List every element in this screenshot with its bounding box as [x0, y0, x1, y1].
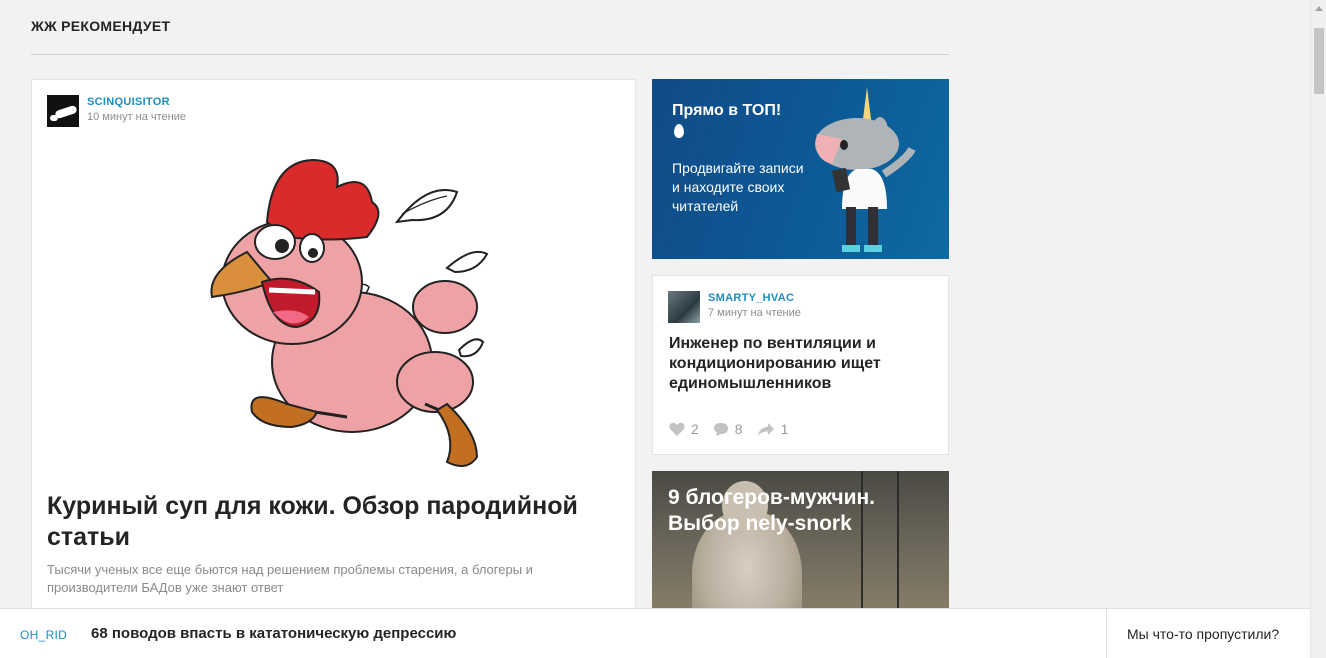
share-icon — [757, 422, 774, 436]
like-count: 2 — [691, 421, 699, 437]
author-avatar[interactable] — [668, 291, 700, 323]
comment-stat[interactable]: 8 — [713, 421, 743, 437]
heart-icon — [669, 422, 685, 436]
post-title[interactable]: Инженер по вентиляции и кондиционировани… — [669, 334, 929, 394]
small-post-card[interactable]: SMARTY_HVAC 7 минут на чтение Инженер по… — [652, 275, 949, 455]
comment-count: 8 — [734, 421, 743, 437]
promo-text: Продвигайте записи и находите своих чита… — [672, 160, 804, 214]
post-description: Тысячи ученых все еще бьются над решение… — [47, 562, 533, 595]
promo-title: Прямо в ТОП! — [672, 100, 782, 144]
section-title: ЖЖ РЕКОМЕНДУЕТ — [31, 18, 171, 34]
read-time: 7 минут на чтение — [708, 307, 801, 319]
photo-post-card[interactable]: 9 блогеров-мужчин. Выбор nely-snork — [652, 471, 949, 621]
feedback-link[interactable]: Мы что-то пропустили? — [1127, 626, 1279, 642]
author-name[interactable]: SCINQUISITOR — [87, 96, 186, 108]
author-row: SMARTY_HVAC 7 минут на чтение — [668, 291, 801, 323]
post-title[interactable]: 9 блогеров-мужчин. Выбор nely-snork — [668, 485, 938, 537]
fire-icon — [674, 124, 684, 138]
like-stat[interactable]: 2 — [669, 421, 699, 437]
author-name[interactable]: SMARTY_HVAC — [708, 292, 801, 304]
read-time: 10 минут на чтение — [87, 111, 187, 123]
bottom-bar-divider — [1106, 609, 1107, 658]
comment-icon — [713, 422, 728, 436]
section-divider — [31, 54, 949, 55]
scroll-thumb[interactable] — [1314, 28, 1324, 94]
bottom-bar: OH_RID 68 поводов впасть в кататоническу… — [0, 608, 1310, 658]
author-avatar[interactable] — [47, 95, 79, 127]
post-title[interactable]: Куриный суп для кожи. Обзор пародийной с… — [47, 491, 607, 553]
bottom-bar-user[interactable]: OH_RID — [20, 628, 67, 642]
scrollbar[interactable] — [1310, 0, 1326, 658]
bottom-bar-post-title[interactable]: 68 поводов впасть в кататоническую депре… — [91, 625, 456, 642]
promo-banner[interactable]: Прямо в ТОП! Продвигайте записи и находи… — [652, 79, 949, 259]
unicorn-mascot — [815, 87, 916, 252]
share-stat[interactable]: 1 — [757, 421, 789, 437]
main-post-card[interactable]: SCINQUISITOR 10 минут на чтение Куриный … — [31, 79, 636, 619]
scroll-up-arrow-icon[interactable] — [1315, 6, 1323, 11]
share-count: 1 — [780, 421, 789, 437]
author-row: SCINQUISITOR 10 минут на чтение — [47, 95, 186, 127]
post-stats: 2 8 1 — [669, 421, 802, 437]
chicken-illustration[interactable] — [47, 142, 622, 480]
